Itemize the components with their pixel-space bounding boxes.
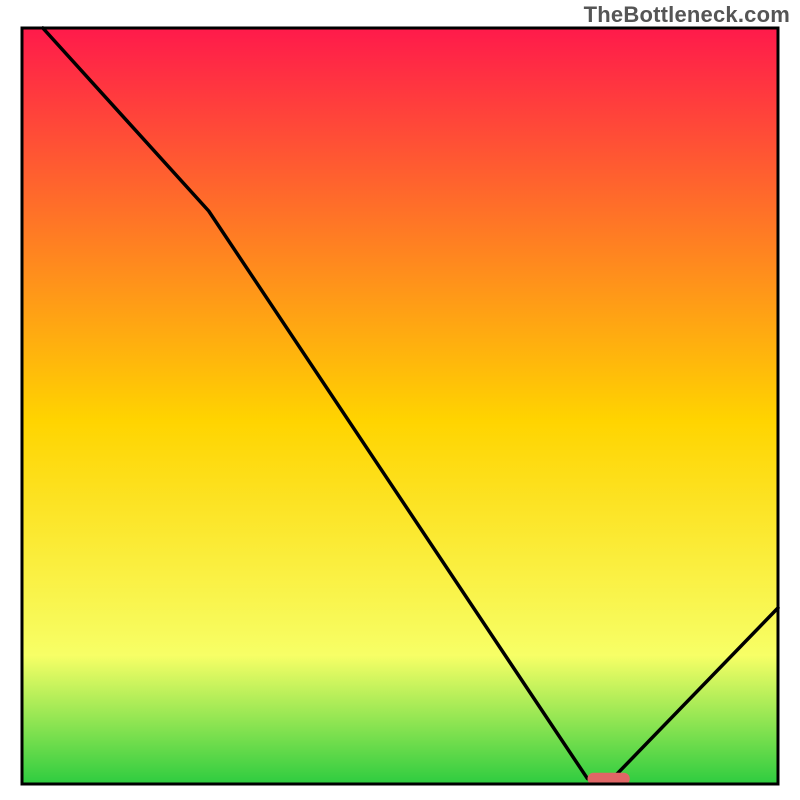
plot-background xyxy=(22,28,778,784)
chart-frame: TheBottleneck.com xyxy=(0,0,800,800)
chart-svg xyxy=(0,0,800,800)
